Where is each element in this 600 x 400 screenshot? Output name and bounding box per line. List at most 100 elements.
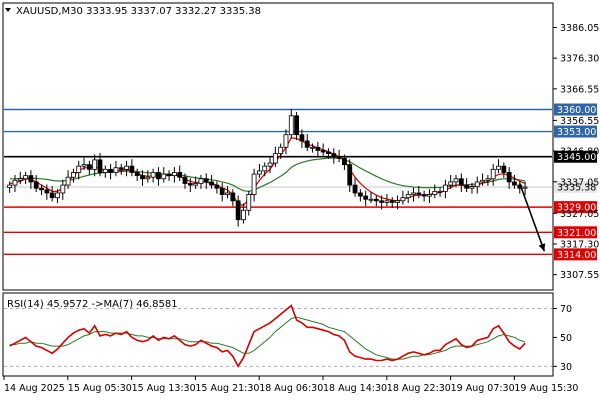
- candle-body: [198, 178, 204, 184]
- price-tick-label: 3366.55: [560, 84, 599, 95]
- candle-body: [283, 134, 289, 148]
- candle-body: [102, 168, 108, 173]
- candle-body: [171, 172, 177, 177]
- candle-body: [113, 167, 119, 173]
- candle-body: [395, 200, 400, 203]
- candle-body: [33, 181, 39, 189]
- candle-body: [432, 190, 438, 195]
- price-tick-label: 3376.30: [560, 54, 599, 65]
- candle-body: [81, 164, 87, 167]
- candle-body: [76, 165, 82, 173]
- price-level-label: 3360.00: [557, 105, 596, 116]
- time-tick-label: 18 Aug 22:30: [387, 383, 451, 394]
- candle-body: [490, 168, 496, 180]
- candle-body: [251, 173, 257, 195]
- candle-body: [49, 192, 55, 199]
- candle-body: [203, 178, 209, 183]
- candle-body: [294, 115, 299, 136]
- candle-body: [357, 192, 363, 197]
- candle-body: [389, 200, 395, 203]
- candle-body: [288, 115, 294, 136]
- price-tick-label: 3356.55: [560, 116, 599, 127]
- price-level-label: 3314.00: [557, 250, 596, 261]
- candle-body: [209, 181, 214, 186]
- price-tick-label: 3386.05: [560, 23, 599, 34]
- candle-body: [373, 198, 379, 202]
- candle-body: [108, 168, 114, 173]
- candle-body: [140, 175, 145, 180]
- time-tick-label: 18 Aug 14:30: [323, 383, 387, 394]
- candle-body: [368, 198, 374, 201]
- candle-body: [150, 172, 156, 178]
- time-tick-label: 19 Aug 15:30: [514, 383, 578, 394]
- candle-body: [501, 165, 507, 173]
- candle-body: [522, 186, 528, 189]
- rsi-tick-label: 30: [560, 362, 572, 373]
- price-axis: 3386.05 3376.30 3366.55 3356.55 3346.80 3337.…: [553, 23, 599, 373]
- rsi-tick-label: 70: [560, 304, 572, 315]
- candle-body: [17, 178, 23, 181]
- candle-body: [12, 179, 18, 186]
- candle-body: [310, 146, 315, 149]
- candle-body: [506, 172, 512, 183]
- candle-body: [469, 186, 475, 189]
- candle-body: [304, 140, 310, 148]
- rsi-tick-label: 50: [560, 333, 572, 344]
- price-tick-label: 3307.55: [560, 270, 599, 281]
- candle-body: [326, 151, 331, 154]
- candle-body: [278, 146, 284, 154]
- price-tick-label: 3346.80: [560, 147, 599, 158]
- candle-body: [267, 162, 273, 167]
- candle-body: [336, 156, 342, 159]
- candle-body: [379, 200, 385, 203]
- candle-body: [7, 184, 13, 188]
- candle-body: [71, 172, 76, 178]
- candle-body: [97, 159, 103, 173]
- candle-body: [453, 178, 459, 183]
- time-axis: 14 Aug 2025 15 Aug 05:30 15 Aug 13:30 15 Au…: [3, 376, 578, 394]
- candle-body: [458, 178, 464, 186]
- candle-body: [427, 194, 432, 197]
- candle-body: [464, 184, 470, 189]
- chart-canvas: 3360.003353.003345.003329.003321.003314.…: [2, 2, 599, 394]
- candle-body: [182, 176, 188, 184]
- main-chart-panel: [2, 2, 554, 291]
- candle-body: [405, 194, 411, 199]
- candle-body: [39, 187, 44, 191]
- candle-body: [187, 183, 193, 186]
- candle-body: [384, 200, 390, 203]
- candle-body: [156, 172, 161, 180]
- candle-body: [347, 164, 353, 186]
- candle-body: [241, 209, 246, 221]
- candle-body: [352, 184, 358, 194]
- candle-body: [134, 172, 140, 177]
- price-tick-label: 3327.05: [560, 209, 599, 220]
- candle-body: [246, 194, 252, 211]
- candle-body: [161, 173, 167, 180]
- candle-body: [315, 146, 321, 151]
- candle-body: [262, 165, 268, 172]
- price-level-label: 3321.00: [557, 228, 596, 239]
- candle-body: [272, 153, 278, 164]
- candle-body: [235, 200, 241, 221]
- candle-body: [331, 153, 337, 158]
- candle-body: [129, 165, 135, 173]
- candle-body: [496, 165, 501, 170]
- price-tick-label: 3317.30: [560, 239, 599, 250]
- time-tick-label: 14 Aug 2025: [4, 383, 65, 394]
- candle-body: [118, 167, 124, 170]
- candle-body: [44, 189, 50, 194]
- candle-body: [400, 197, 406, 202]
- candle-body: [480, 179, 485, 183]
- time-tick-label: 15 Aug 13:30: [132, 383, 196, 394]
- candle-body: [219, 187, 225, 195]
- candle-body: [342, 157, 347, 166]
- time-tick-label: 18 Aug 06:30: [259, 383, 323, 394]
- time-tick-label: 15 Aug 05:30: [68, 383, 132, 394]
- candle-body: [214, 184, 220, 189]
- candle-body: [166, 173, 172, 177]
- candle-body: [416, 192, 422, 195]
- candle-body: [257, 170, 262, 175]
- candle-body: [193, 183, 199, 186]
- candle-body: [474, 181, 480, 188]
